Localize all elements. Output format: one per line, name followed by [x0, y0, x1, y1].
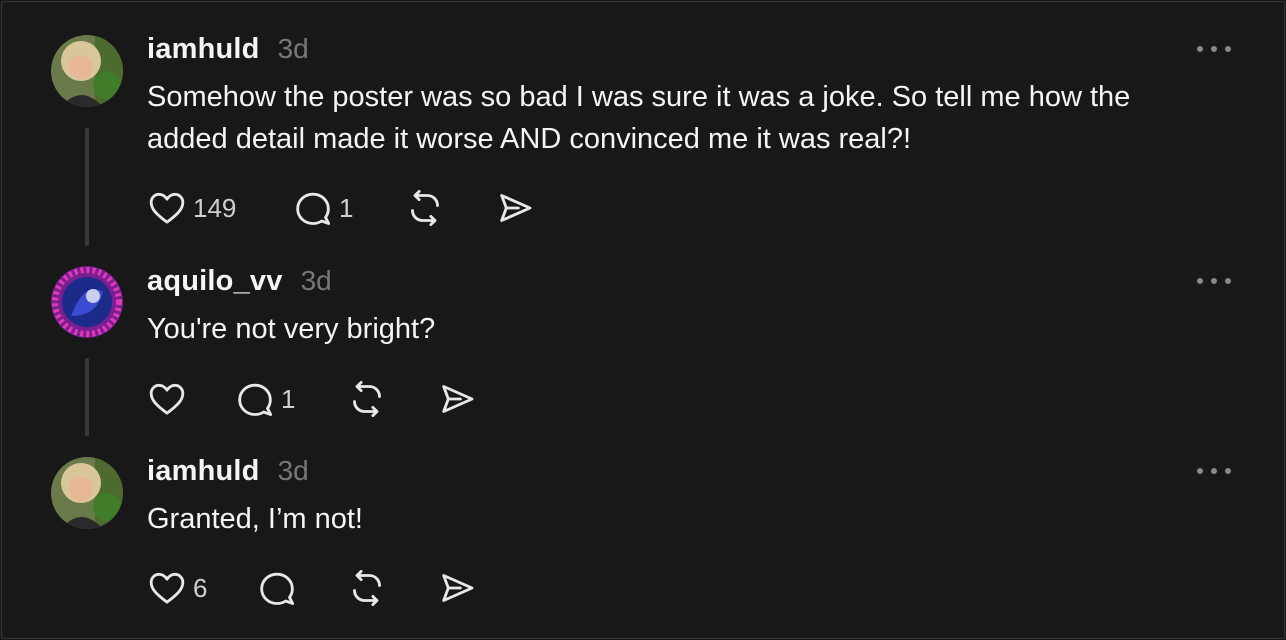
post-text: You're not very bright?	[147, 308, 1207, 350]
post-text-line: You're not very bright?	[147, 313, 436, 345]
reply-button[interactable]: 1	[235, 377, 347, 421]
username[interactable]: aquilo_vv	[147, 265, 283, 298]
repost-icon	[353, 380, 381, 418]
timestamp[interactable]: 3d	[301, 265, 332, 297]
post-text: Granted, I’m not!	[147, 498, 1207, 540]
post-text-line: Somehow the poster was so bad I was sure…	[147, 81, 1131, 113]
post-header: iamhuld 3d	[147, 455, 309, 487]
more-icon[interactable]	[1194, 269, 1234, 293]
send-icon	[442, 574, 474, 602]
timestamp[interactable]: 3d	[278, 455, 309, 487]
more-icon[interactable]	[1194, 37, 1234, 61]
action-bar: 149 1	[147, 186, 535, 230]
avatar[interactable]	[51, 457, 123, 529]
post-text-line: Granted, I’m not!	[147, 503, 363, 535]
send-icon	[500, 194, 532, 222]
more-icon[interactable]	[1194, 459, 1234, 483]
repost-icon	[411, 189, 439, 227]
repost-button[interactable]	[405, 186, 495, 230]
comment-icon	[296, 192, 331, 225]
comment-icon	[260, 572, 295, 605]
reply-count: 1	[339, 192, 354, 223]
heart-icon	[149, 572, 185, 604]
thread-line	[85, 128, 89, 246]
username[interactable]: iamhuld	[147, 33, 260, 66]
post-header: iamhuld 3d	[147, 33, 309, 65]
like-count: 6	[193, 572, 208, 603]
action-bar: 6	[147, 566, 477, 610]
reply-count: 1	[281, 383, 296, 414]
repost-button[interactable]	[347, 377, 437, 421]
post-text-line: added detail made it worse AND convinced…	[147, 123, 912, 155]
send-icon	[442, 385, 474, 413]
share-button[interactable]	[495, 186, 535, 230]
avatar[interactable]	[51, 35, 123, 107]
heart-icon	[149, 192, 185, 224]
username[interactable]: iamhuld	[147, 455, 260, 488]
repost-icon	[353, 569, 381, 607]
heart-icon	[149, 383, 185, 415]
reply-button[interactable]: 1	[293, 186, 405, 230]
action-bar: 1	[147, 377, 477, 421]
reply-button[interactable]	[257, 566, 347, 610]
share-button[interactable]	[437, 377, 477, 421]
avatar[interactable]	[51, 266, 123, 338]
timestamp[interactable]: 3d	[278, 33, 309, 65]
like-button[interactable]: 149	[147, 186, 293, 230]
share-button[interactable]	[437, 566, 477, 610]
like-count: 149	[193, 192, 237, 223]
like-button[interactable]	[147, 377, 235, 421]
comment-icon	[238, 383, 273, 416]
like-button[interactable]: 6	[147, 566, 257, 610]
post-header: aquilo_vv 3d	[147, 265, 332, 297]
thread-line	[85, 358, 89, 436]
repost-button[interactable]	[347, 566, 437, 610]
post-text: Somehow the poster was so bad I was sure…	[147, 76, 1207, 160]
